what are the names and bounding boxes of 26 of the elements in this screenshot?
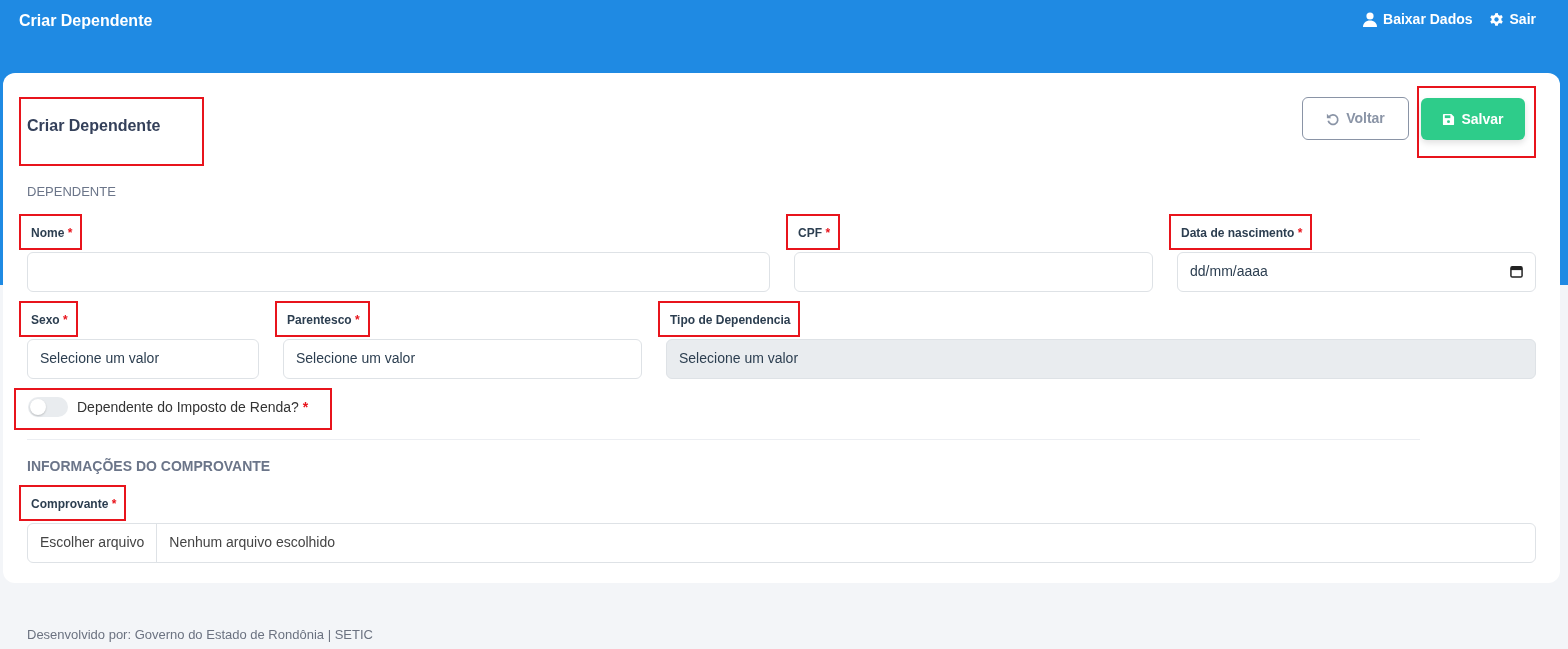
undo-icon [1326, 111, 1341, 126]
field-label: Parentesco * [287, 312, 360, 327]
nav-link[interactable]: Baixar Dados [1363, 9, 1473, 30]
section-title: DEPENDENTE [27, 183, 117, 201]
nav-link[interactable]: Sair [1488, 9, 1536, 30]
text-input[interactable] [27, 251, 771, 292]
file-input[interactable]: Escolher arquivo Nenhum arquivo escolhido [27, 522, 1536, 563]
text-input[interactable] [794, 251, 1154, 292]
select-field[interactable]: Selecione um valor [27, 338, 259, 379]
field-label: Nome * [31, 225, 73, 240]
page-title: Criar Dependente [27, 117, 161, 134]
date-input[interactable]: dd/mm/aaaa [1177, 251, 1536, 292]
field-label: Tipo de Dependencia [670, 312, 791, 327]
field-label: Comprovante * [31, 496, 117, 511]
section-title: INFORMAÇÕES DO COMPROVANTE [27, 456, 272, 476]
calendar-icon [1510, 265, 1523, 278]
field-label: CPF * [798, 225, 831, 240]
settings-icon [1488, 12, 1504, 27]
field-label: Data de nascimento * [1181, 225, 1303, 240]
switch-label: Dependente do Imposto de Renda? * [77, 397, 309, 417]
user-icon [1363, 12, 1378, 27]
toggle-switch[interactable] [28, 397, 68, 417]
select-field[interactable]: Selecione um valor [283, 338, 642, 379]
footer-text: Desenvolvido por: Governo do Estado de Rondônia | SETIC [26, 626, 374, 644]
field-label: Sexo * [31, 312, 68, 327]
navbar-title: Criar Dependente [19, 11, 153, 31]
